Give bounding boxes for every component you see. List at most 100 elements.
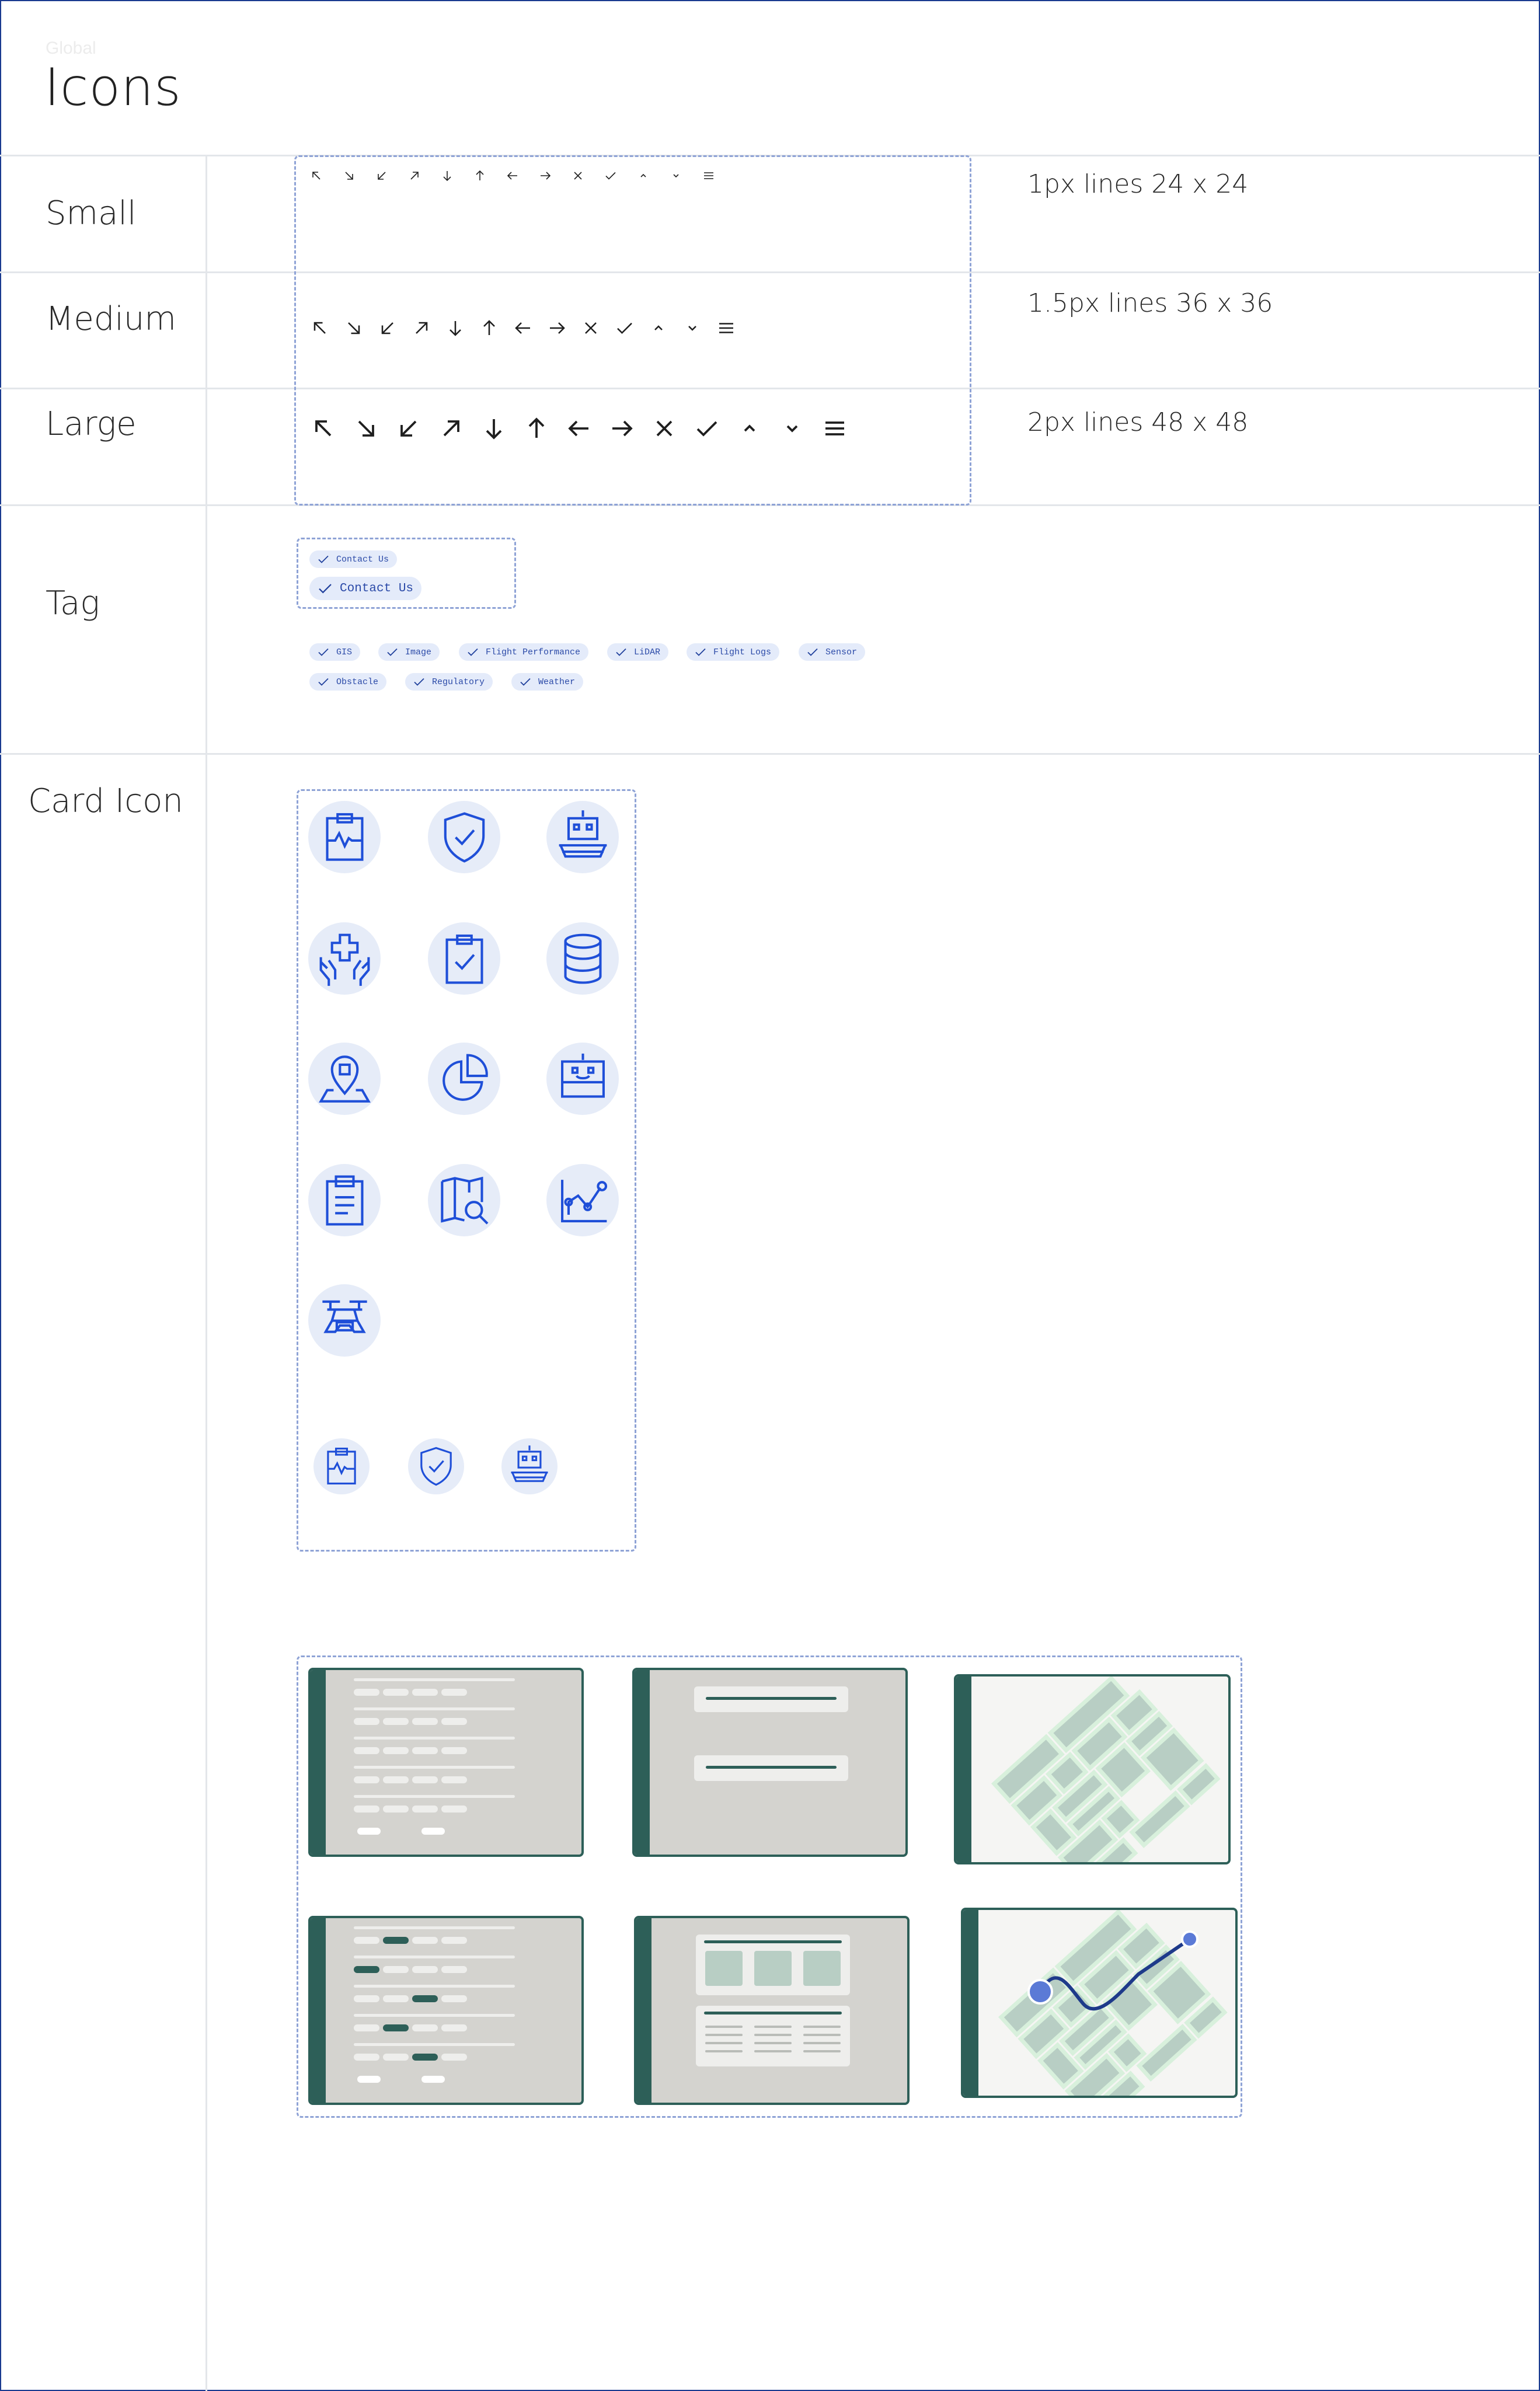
route-end-marker — [1181, 1930, 1198, 1948]
row-label-large: Large — [46, 405, 137, 443]
list-cell — [412, 1966, 438, 1973]
chevron-down-icon — [786, 425, 798, 433]
list-divider — [354, 1707, 515, 1710]
filter-tag[interactable]: Weather — [511, 673, 584, 691]
chevron-up-icon — [744, 424, 755, 432]
list-footer-cell — [421, 1828, 445, 1835]
table-cell — [754, 2042, 792, 2044]
list-divider — [354, 1956, 515, 1958]
arrow-down-right-icon — [348, 322, 360, 334]
list-cell — [441, 1718, 467, 1725]
list-cell — [441, 1966, 467, 1973]
check-icon — [387, 648, 398, 656]
arrow-up-right-icon — [443, 420, 459, 437]
table-cell — [705, 2050, 743, 2052]
filter-tag[interactable]: Image — [378, 643, 440, 661]
chevron-up-icon — [640, 173, 646, 177]
list-cell — [354, 2024, 379, 2031]
check-icon — [520, 678, 531, 686]
check-icon — [617, 322, 632, 334]
table-cell — [705, 2026, 743, 2028]
filter-tag[interactable]: Obstacle — [309, 673, 387, 691]
list-cell — [383, 1937, 409, 1944]
card-accent-strip — [311, 1670, 326, 1855]
clipboard-check-icon — [428, 922, 500, 995]
menu-icon — [719, 323, 733, 333]
filter-tag[interactable]: Flight Performance — [459, 643, 589, 661]
row-label-card-icon: Card Icon — [28, 782, 183, 820]
check-icon — [616, 648, 626, 656]
filter-tag[interactable]: Sensor — [799, 643, 866, 661]
icon-row-medium — [309, 318, 737, 339]
table-cell — [754, 2050, 792, 2052]
check-icon — [605, 172, 616, 180]
tag-label: Sensor — [825, 647, 858, 657]
menu-icon — [825, 421, 844, 435]
close-icon — [656, 420, 673, 437]
list-footer-cell — [421, 2076, 445, 2083]
close-icon — [585, 322, 597, 334]
spec-medium: 1.5px lines 36 x 36 — [1027, 288, 1273, 318]
drone-icon — [308, 1284, 381, 1357]
row-label-tag: Tag — [46, 584, 100, 622]
card-accent-strip — [311, 1918, 326, 2103]
list-cell — [354, 2054, 379, 2061]
list-cell — [441, 1747, 467, 1754]
list-cell — [383, 1995, 409, 2002]
list-cell — [354, 1747, 379, 1754]
tag-label: Regulatory — [432, 677, 485, 687]
list-divider — [354, 2043, 515, 2046]
clipboard-pulse-icon — [308, 801, 381, 873]
check-icon — [696, 421, 717, 437]
list-cell — [354, 1966, 379, 1973]
list-cell — [354, 1995, 379, 2002]
arrow-down-icon — [486, 419, 502, 440]
table-cell — [803, 2050, 841, 2052]
arrow-up-icon — [528, 417, 545, 438]
contact-tag-small[interactable]: Contact Us — [309, 550, 398, 568]
list-divider — [354, 1926, 515, 1929]
card-accent-strip — [636, 1918, 651, 2103]
arrow-up-left-icon — [315, 420, 332, 437]
list-cell — [441, 1995, 467, 2002]
route-start-marker — [1027, 1979, 1053, 2005]
clipboard-list-icon — [308, 1164, 381, 1236]
list-cell — [354, 1806, 379, 1813]
filter-tag[interactable]: Flight Logs — [687, 643, 780, 661]
line-chart-icon — [546, 1164, 619, 1236]
tile — [754, 1951, 792, 1986]
list-cell — [383, 1718, 409, 1725]
check-icon — [695, 648, 706, 656]
list-cell — [383, 2054, 409, 2061]
table-cell — [803, 2034, 841, 2036]
panel-line — [704, 2012, 842, 2014]
tag-label: Contact Us — [340, 581, 414, 595]
list-cell — [354, 1776, 379, 1783]
list-cell — [441, 1937, 467, 1944]
filter-tag[interactable]: Regulatory — [405, 673, 493, 691]
list-divider — [354, 1985, 515, 1988]
robot-tray-icon — [501, 1438, 558, 1494]
field-line — [706, 1766, 837, 1769]
contact-tag-large[interactable]: Contact Us — [309, 577, 422, 600]
list-cell — [412, 1806, 438, 1813]
list-card-preview-selected — [308, 1916, 584, 2105]
list-cell — [383, 1747, 409, 1754]
list-card-preview — [308, 1668, 584, 1857]
filter-tag[interactable]: GIS — [309, 643, 361, 661]
page-title: Icons — [44, 57, 182, 117]
list-cell — [383, 1806, 409, 1813]
check-icon — [318, 648, 329, 656]
field-box — [694, 1686, 848, 1712]
list-cell — [412, 1689, 438, 1696]
spec-small: 1px lines 24 x 24 — [1027, 169, 1249, 199]
tag-label: LiDAR — [634, 647, 661, 657]
filter-tag[interactable]: LiDAR — [607, 643, 669, 661]
arrow-left-icon — [507, 172, 517, 180]
table-cell — [705, 2034, 743, 2036]
list-footer-cell — [357, 1828, 381, 1835]
arrow-right-icon — [612, 420, 633, 437]
row-label-small: Small — [46, 194, 137, 232]
map-card-preview — [954, 1674, 1231, 1864]
shield-check-icon — [408, 1438, 464, 1494]
